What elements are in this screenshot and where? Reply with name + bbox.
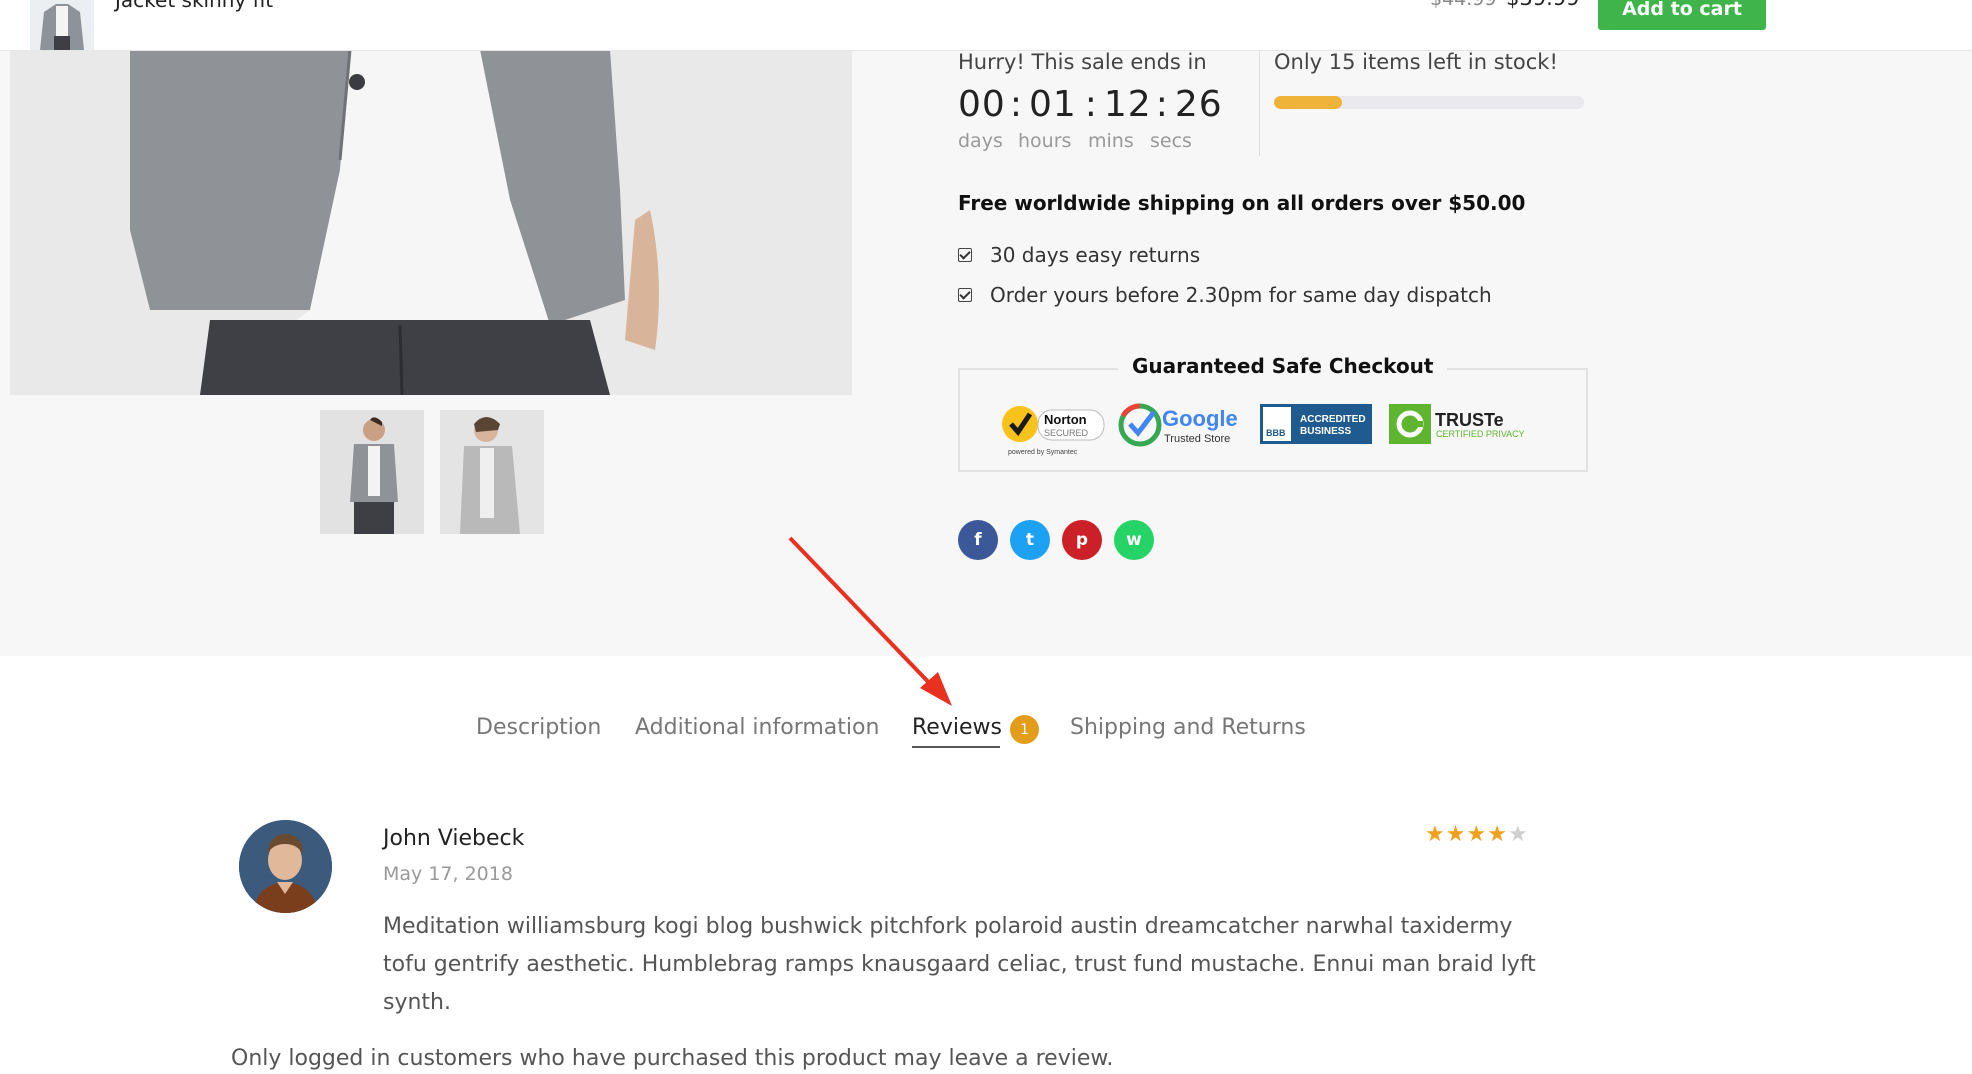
truste-badge: TRUSTe CERTIFIED PRIVACY (1389, 402, 1545, 448)
star-empty-icon: ★ (1507, 822, 1529, 847)
reviews-count-badge: 1 (1010, 715, 1039, 744)
product-thumbnail-1[interactable] (320, 410, 424, 534)
twitter-share-button[interactable]: t (1010, 520, 1050, 560)
checkbox-icon (958, 288, 972, 302)
star-filled-icon: ★ (1445, 822, 1467, 847)
countdown-hours: 01 (1028, 84, 1077, 125)
feature-item: Order yours before 2.30pm for same day d… (958, 283, 1492, 307)
countdown-separator: : (1084, 84, 1098, 125)
twitter-icon: t (1025, 530, 1035, 550)
google-trusted-store-text: Trusted Store (1164, 433, 1230, 445)
reviewer-avatar (239, 820, 332, 913)
truste-certified-privacy: CERTIFIED PRIVACY (1436, 429, 1525, 439)
sale-countdown-label: Hurry! This sale ends in (958, 50, 1207, 74)
annotation-arrow (788, 536, 952, 706)
tab-shipping-and-returns[interactable]: Shipping and Returns (1070, 715, 1306, 740)
stock-progress-fill (1274, 96, 1343, 109)
main-product-image[interactable] (10, 50, 852, 395)
add-to-cart-button[interactable]: Add to cart (1598, 0, 1766, 30)
star-filled-icon: ★ (1425, 822, 1446, 847)
norton-secured: SECURED (1044, 428, 1089, 438)
bbb-accredited-badge: BBB ACCREDITED BUSINESS (1260, 402, 1372, 448)
sticky-cart-bar: Jacket skinny fit $44.99 $39.99 Add to c… (0, 0, 1972, 51)
facebook-share-button[interactable]: f (958, 520, 998, 560)
feature-text: Order yours before 2.30pm for same day d… (990, 283, 1492, 307)
countdown-separator: : (1155, 84, 1169, 125)
whatsapp-icon: w (1126, 530, 1142, 550)
stock-label: Only 15 items left in stock! (1274, 50, 1558, 74)
reviewer-name: John Viebeck (383, 826, 525, 851)
countdown-unit-secs: secs (1150, 130, 1192, 152)
google-name: Google (1162, 406, 1238, 431)
review-text: Meditation williamsburg kogi blog bushwi… (383, 914, 1536, 1015)
review-rating-stars: ★★★★★ (1425, 822, 1529, 847)
countdown-unit-days: days (958, 130, 1003, 152)
norton-badge: Norton SECURED powered by Symantec (1000, 402, 1108, 456)
countdown-days: 00 (958, 84, 1006, 125)
countdown-separator: : (1009, 84, 1023, 125)
review-login-note: Only logged in customers who have purcha… (231, 1046, 1114, 1071)
whatsapp-share-button[interactable]: w (1114, 520, 1154, 560)
tab-reviews[interactable]: Reviews (912, 715, 1002, 740)
sale-countdown-timer: 00:01:12:26 (958, 84, 1223, 125)
countdown-secs: 26 (1174, 84, 1223, 125)
feature-item: 30 days easy returns (958, 243, 1200, 267)
free-shipping-note: Free worldwide shipping on all orders ov… (958, 191, 1526, 215)
product-thumbnail-2[interactable] (440, 410, 544, 534)
norton-name: Norton (1044, 412, 1087, 427)
pinterest-share-button[interactable]: p (1062, 520, 1102, 560)
countdown-unit-hours: hours (1018, 130, 1072, 152)
countdown-divider (1259, 50, 1260, 156)
pinterest-icon: p (1075, 530, 1089, 550)
norton-powered-by: powered by Symantec (1008, 449, 1078, 456)
truste-name: TRUSTe (1435, 410, 1504, 430)
star-filled-icon: ★ (1466, 822, 1488, 847)
star-filled-icon: ★ (1487, 822, 1508, 847)
sticky-product-thumbnail[interactable] (30, 0, 94, 50)
bbb-business-text: BUSINESS (1300, 426, 1351, 437)
google-trusted-store-badge: Google Trusted Store (1118, 402, 1244, 448)
review-date: May 17, 2018 (383, 863, 513, 885)
active-tab-underline (912, 746, 1000, 748)
checkbox-icon (958, 248, 972, 262)
stock-progress-bar (1274, 96, 1584, 109)
feature-text: 30 days easy returns (990, 243, 1201, 267)
bbb-accredited-text: ACCREDITED (1300, 414, 1366, 425)
tab-description[interactable]: Description (476, 715, 601, 740)
countdown-unit-mins: mins (1088, 130, 1134, 152)
countdown-mins: 12 (1103, 84, 1152, 125)
sticky-old-price: $44.99 (1430, 0, 1496, 10)
sticky-product-title: Jacket skinny fit (115, 0, 274, 12)
bbb-mark: BBB (1266, 428, 1286, 438)
safe-checkout-title: Guaranteed Safe Checkout (1118, 354, 1448, 378)
facebook-icon: f (974, 530, 982, 550)
sticky-price: $39.99 (1506, 0, 1579, 10)
tab-additional-information[interactable]: Additional information (635, 715, 879, 740)
